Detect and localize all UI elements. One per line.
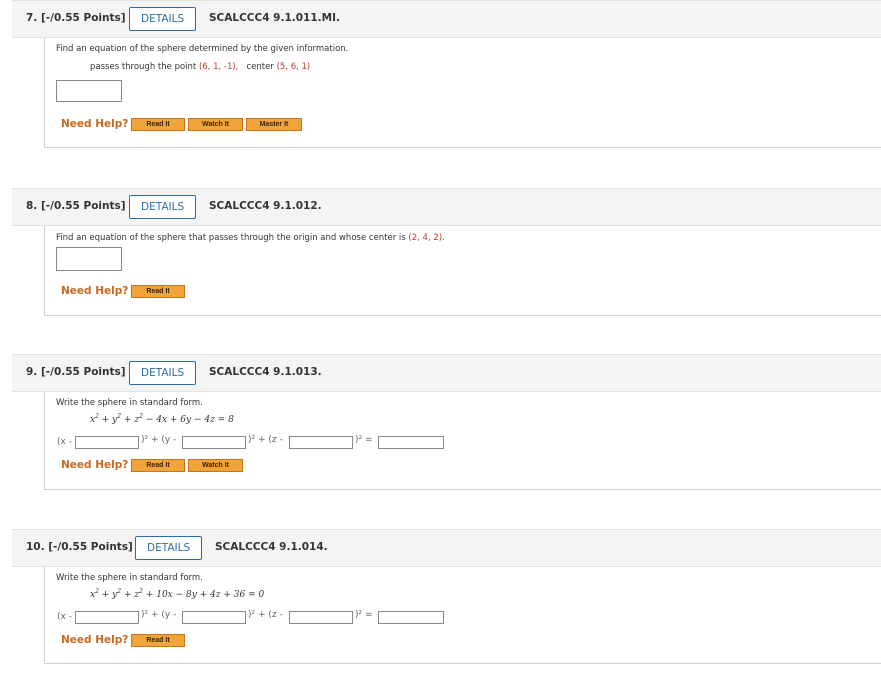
question-8-points: 8. [-/0.55 Points] bbox=[26, 200, 126, 212]
question-7-answer-input[interactable] bbox=[56, 80, 122, 102]
question-10-need-help: Need Help? bbox=[61, 634, 129, 646]
question-10-z-label: )² + (z - bbox=[248, 610, 283, 620]
question-8-details-button[interactable]: DETAILS bbox=[129, 195, 197, 219]
question-10-y-input[interactable] bbox=[182, 611, 246, 624]
question-10-details-button[interactable]: DETAILS bbox=[135, 536, 203, 560]
question-9-y-label: )² + (y - bbox=[141, 435, 177, 445]
question-9-eq-label: )² = bbox=[355, 435, 373, 445]
question-10-prompt: Write the sphere in standard form. bbox=[56, 573, 203, 583]
question-8-header: 8. [-/0.55 Points] DETAILS SCALCCC4 9.1.… bbox=[12, 188, 881, 226]
question-9-x-input[interactable] bbox=[75, 436, 139, 449]
question-10-points: 10. [-/0.55 Points] bbox=[26, 541, 133, 553]
question-7-master-it-button[interactable]: Master It bbox=[246, 118, 302, 131]
question-7-body bbox=[44, 38, 881, 148]
question-7-code: SCALCCC4 9.1.011.MI. bbox=[209, 12, 341, 24]
question-9-equation: x2 + y2 + z2 − 4x + 6y − 4z = 8 bbox=[90, 413, 234, 425]
question-9-z-label: )² + (z - bbox=[248, 435, 283, 445]
question-9-y-input[interactable] bbox=[182, 436, 246, 449]
question-7-center: (5, 6, 1) bbox=[276, 62, 311, 72]
question-8-code: SCALCCC4 9.1.012. bbox=[209, 200, 322, 212]
question-9-details-button[interactable]: DETAILS bbox=[129, 361, 197, 385]
question-10-x-input[interactable] bbox=[75, 611, 139, 624]
question-9-z-input[interactable] bbox=[289, 436, 353, 449]
question-7-prompt: Find an equation of the sphere determine… bbox=[56, 44, 349, 54]
question-9-header: 9. [-/0.55 Points] DETAILS SCALCCC4 9.1.… bbox=[12, 354, 881, 392]
question-9-code: SCALCCC4 9.1.013. bbox=[209, 366, 322, 378]
question-9-points: 9. [-/0.55 Points] bbox=[26, 366, 126, 378]
question-9-need-help: Need Help? bbox=[61, 459, 129, 471]
question-7-read-it-button[interactable]: Read It bbox=[131, 118, 185, 131]
question-9-r-input[interactable] bbox=[378, 436, 444, 449]
question-8-read-it-button[interactable]: Read It bbox=[131, 285, 185, 298]
question-7-need-help: Need Help? bbox=[61, 118, 129, 130]
question-10-equation: x2 + y2 + z2 + 10x − 8y + 4z + 36 = 0 bbox=[90, 588, 265, 600]
question-9-read-it-button[interactable]: Read It bbox=[131, 459, 185, 472]
question-8-need-help: Need Help? bbox=[61, 285, 129, 297]
question-10-x-label: (x - bbox=[57, 612, 72, 622]
question-7-details-button[interactable]: DETAILS bbox=[129, 7, 197, 31]
question-8-answer-input[interactable] bbox=[56, 247, 122, 271]
question-10-r-input[interactable] bbox=[378, 611, 444, 624]
question-10-y-label: )² + (y - bbox=[141, 610, 177, 620]
question-8-prompt: Find an equation of the sphere that pass… bbox=[56, 233, 445, 243]
question-10-eq-label: )² = bbox=[355, 610, 373, 620]
question-10-code: SCALCCC4 9.1.014. bbox=[215, 541, 328, 553]
question-10-header: 10. [-/0.55 Points] DETAILS SCALCCC4 9.1… bbox=[12, 529, 881, 567]
question-9-x-label: (x - bbox=[57, 437, 72, 447]
question-7-header: 7. [-/0.55 Points] DETAILS SCALCCC4 9.1.… bbox=[12, 0, 881, 38]
question-8-center: (2, 4, 2). bbox=[408, 233, 445, 243]
question-7-points: 7. [-/0.55 Points] bbox=[26, 12, 126, 24]
question-9-prompt: Write the sphere in standard form. bbox=[56, 398, 203, 408]
question-7-watch-it-button[interactable]: Watch It bbox=[188, 118, 243, 131]
question-9-watch-it-button[interactable]: Watch It bbox=[188, 459, 243, 472]
question-10-read-it-button[interactable]: Read It bbox=[131, 634, 185, 647]
question-10-z-input[interactable] bbox=[289, 611, 353, 624]
question-7-point-text: passes through the point (6, 1, -1), cen… bbox=[90, 62, 311, 72]
question-7-point: (6, 1, -1), bbox=[198, 62, 239, 72]
